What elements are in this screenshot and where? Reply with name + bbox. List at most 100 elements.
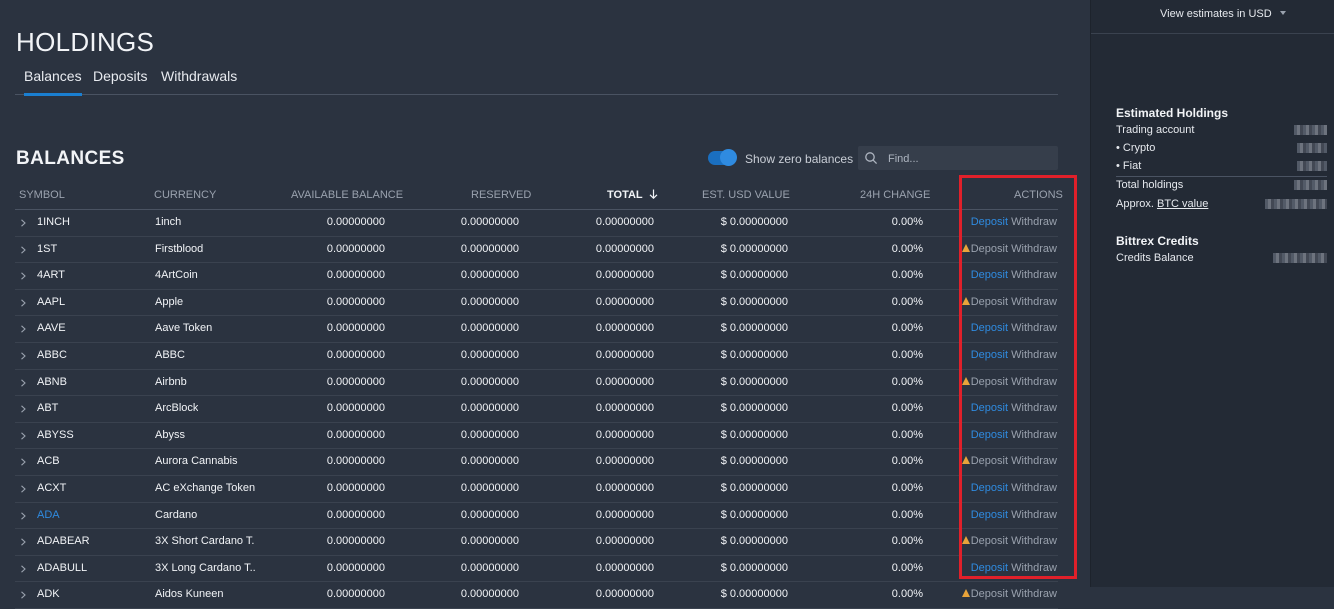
chevron-right-icon[interactable] [20, 484, 27, 493]
usd-value: 0.00000000 [729, 455, 788, 468]
table-row[interactable]: ADABEAR 3X Short Cardano T... 0.00000000 0.… [15, 529, 1058, 556]
reserved-cell: 0.00000000 [460, 588, 519, 601]
holdings-divider [1116, 176, 1327, 177]
table-row[interactable]: ABBC ABBC 0.00000000 0.00000000 0.00000000 $ … [15, 343, 1058, 370]
chevron-right-icon[interactable] [20, 298, 27, 307]
withdraw-button[interactable]: Withdraw [1011, 455, 1057, 467]
deposit-button[interactable]: Deposit [961, 535, 1008, 547]
withdraw-button[interactable]: Withdraw [1011, 402, 1057, 414]
deposit-button[interactable]: Deposit [971, 349, 1008, 361]
deposit-button[interactable]: Deposit [971, 509, 1008, 521]
table-row[interactable]: 1ST Firstblood 0.00000000 0.00000000 0.00000… [15, 237, 1058, 264]
deposit-label: Deposit [970, 508, 1008, 521]
withdraw-button[interactable]: Withdraw [1011, 243, 1057, 255]
table-row[interactable]: ABT ArcBlock 0.00000000 0.00000000 0.0000000… [15, 396, 1058, 423]
chevron-right-icon[interactable] [20, 431, 27, 440]
chevron-right-icon[interactable] [20, 218, 27, 227]
chevron-right-icon[interactable] [20, 590, 27, 599]
table-row[interactable]: ADK Aidos Kuneen 0.00000000 0.00000000 0.000… [15, 582, 1058, 609]
deposit-button[interactable]: Deposit [961, 243, 1008, 255]
currency-cell: Cardano [155, 508, 198, 521]
total-cell: 0.00000000 [595, 455, 654, 468]
table-row[interactable]: ACB Aurora Cannabis 0.00000000 0.00000000 0.… [15, 449, 1058, 476]
currency-symbol: $ [720, 295, 727, 308]
table-row[interactable]: ABNB Airbnb 0.00000000 0.00000000 0.00000000… [15, 370, 1058, 397]
chevron-right-icon[interactable] [20, 537, 27, 546]
symbol-cell: ABT [37, 402, 59, 415]
currency-cell: Airbnb [155, 375, 187, 388]
search-input[interactable] [886, 149, 1055, 169]
withdraw-button[interactable]: Withdraw [1011, 562, 1057, 574]
chevron-right-icon[interactable] [20, 511, 27, 520]
col-available-balance[interactable]: AVAILABLE BALANCE [291, 189, 403, 201]
show-zero-balances-toggle[interactable] [708, 149, 737, 166]
withdraw-button[interactable]: Withdraw [1011, 349, 1057, 361]
table-row[interactable]: AAPL Apple 0.00000000 0.00000000 0.00000000 $… [15, 290, 1058, 317]
deposit-button[interactable]: Deposit [971, 429, 1008, 441]
chevron-right-icon[interactable] [20, 245, 27, 254]
col-currency[interactable]: CURRENCY [154, 189, 216, 201]
main-panel: HOLDINGS Balances Deposits Withdrawals B… [0, 0, 1090, 609]
change-cell: 0.00% [891, 269, 923, 282]
total-cell: 0.00000000 [595, 508, 654, 521]
chevron-right-icon[interactable] [20, 351, 27, 360]
estimates-currency-select[interactable]: View estimates in USD [1160, 8, 1286, 20]
btc-value-link[interactable]: BTC value [1157, 198, 1208, 210]
change-cell: 0.00% [891, 428, 923, 441]
withdraw-button[interactable]: Withdraw [1011, 535, 1057, 547]
col-total[interactable]: TOTAL [607, 189, 658, 201]
table-row[interactable]: 4ART 4ArtCoin 0.00000000 0.00000000 0.000000… [15, 263, 1058, 290]
deposit-button[interactable]: Deposit [971, 322, 1008, 334]
usd-value: 0.00000000 [729, 375, 788, 388]
usd-value-cell: $ 0.00000000 [721, 269, 788, 281]
deposit-button[interactable]: Deposit [961, 296, 1008, 308]
col-24h-change[interactable]: 24H CHANGE [860, 189, 930, 201]
reserved-cell: 0.00000000 [460, 216, 519, 228]
chevron-right-icon[interactable] [20, 457, 27, 466]
warning-icon [961, 296, 970, 305]
deposit-button[interactable]: Deposit [971, 402, 1008, 414]
col-est-usd-value[interactable]: EST. USD VALUE [702, 189, 790, 201]
usd-value: 0.00000000 [729, 216, 788, 228]
deposit-button[interactable]: Deposit [971, 216, 1008, 228]
currency-cell: 3X Long Cardano T... [155, 561, 255, 574]
col-symbol[interactable]: SYMBOL [19, 189, 65, 201]
withdraw-button[interactable]: Withdraw [1011, 296, 1057, 308]
tab-balances[interactable]: Balances [24, 68, 82, 96]
symbol-cell[interactable]: ADA [37, 509, 60, 521]
deposit-button[interactable]: Deposit [961, 588, 1008, 600]
table-row[interactable]: ADA Cardano 0.00000000 0.00000000 0.00000000… [15, 503, 1058, 530]
change-cell: 0.00% [891, 375, 923, 388]
usd-value: 0.00000000 [729, 402, 788, 415]
deposit-button[interactable]: Deposit [961, 376, 1008, 388]
table-row[interactable]: ABYSS Abyss 0.00000000 0.00000000 0.00000000… [15, 423, 1058, 450]
chevron-right-icon[interactable] [20, 324, 27, 333]
deposit-button[interactable]: Deposit [961, 455, 1008, 467]
chevron-right-icon[interactable] [20, 378, 27, 387]
usd-value-cell: $ 0.00000000 [721, 243, 788, 255]
tab-deposits[interactable]: Deposits [93, 68, 147, 93]
chevron-right-icon[interactable] [20, 564, 27, 573]
table-row[interactable]: ACXT AC eXchange Token 0.00000000 0.0000000… [15, 476, 1058, 503]
col-reserved[interactable]: RESERVED [471, 189, 531, 201]
withdraw-button[interactable]: Withdraw [1011, 322, 1057, 334]
tab-withdrawals[interactable]: Withdrawals [161, 68, 237, 93]
deposit-button[interactable]: Deposit [971, 562, 1008, 574]
withdraw-button[interactable]: Withdraw [1011, 216, 1057, 228]
table-row[interactable]: AAVE Aave Token 0.00000000 0.00000000 0.0000… [15, 316, 1058, 343]
chevron-right-icon[interactable] [20, 404, 27, 413]
chevron-right-icon[interactable] [20, 271, 27, 280]
total-cell: 0.00000000 [595, 535, 654, 548]
usd-value: 0.00000000 [729, 242, 788, 255]
withdraw-button[interactable]: Withdraw [1011, 588, 1057, 600]
table-row[interactable]: ADABULL 3X Long Cardano T... 0.00000000 0.0… [15, 556, 1058, 583]
withdraw-button[interactable]: Withdraw [1011, 269, 1057, 281]
deposit-button[interactable]: Deposit [971, 269, 1008, 281]
withdraw-button[interactable]: Withdraw [1011, 429, 1057, 441]
deposit-button[interactable]: Deposit [971, 482, 1008, 494]
table-row[interactable]: 1INCH 1inch 0.00000000 0.00000000 0.00000000… [15, 210, 1058, 237]
deposit-label: Deposit [970, 561, 1008, 574]
withdraw-button[interactable]: Withdraw [1011, 509, 1057, 521]
withdraw-button[interactable]: Withdraw [1011, 482, 1057, 494]
withdraw-button[interactable]: Withdraw [1011, 376, 1057, 388]
